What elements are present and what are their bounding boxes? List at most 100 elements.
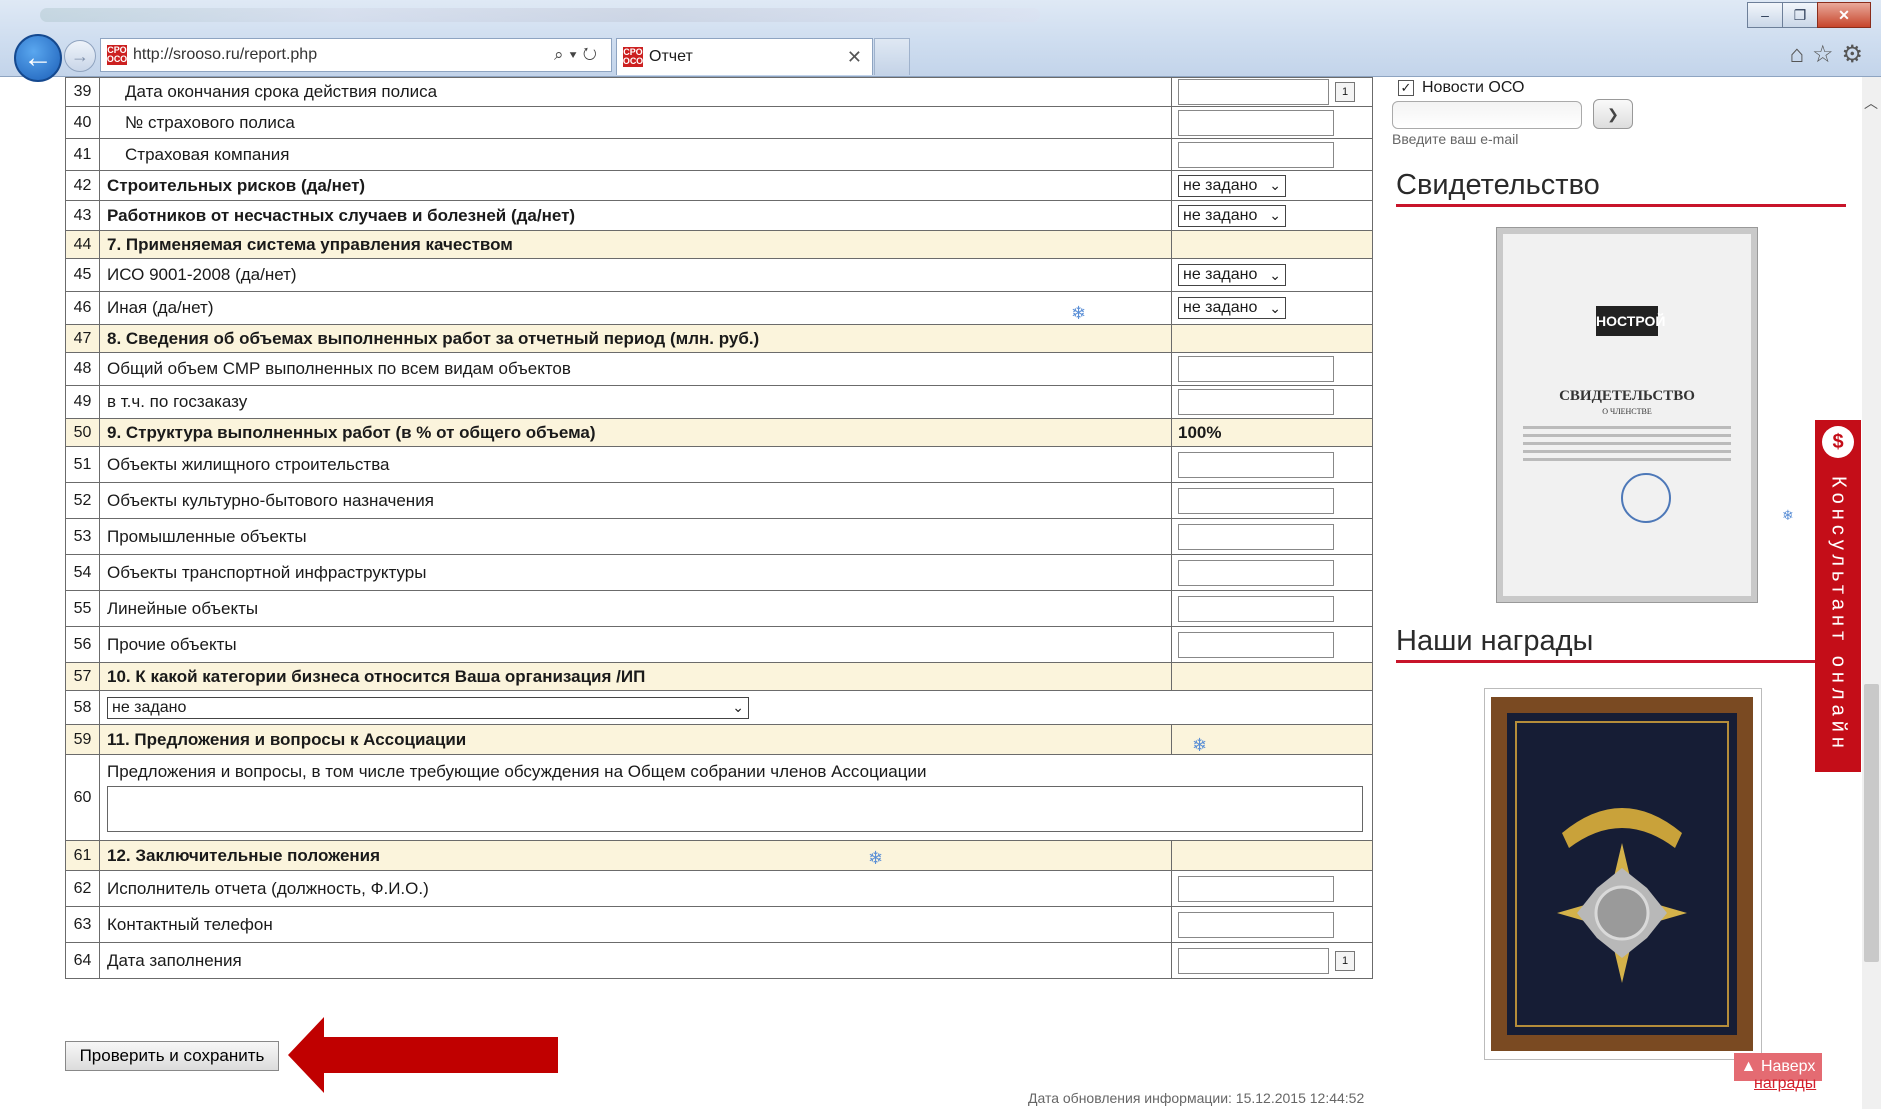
certificate-image[interactable]: НОСТРОЙ СВИДЕТЕЛЬСТВО О ЧЛЕНСТВЕ — [1496, 227, 1758, 603]
minimize-icon[interactable]: ‒ — [1747, 2, 1783, 28]
email-input[interactable] — [1392, 101, 1582, 129]
calendar-icon[interactable]: 1 — [1335, 82, 1355, 102]
table-row: 54 Объекты транспортной инфраструктуры — [65, 554, 1373, 591]
award-image[interactable] — [1484, 688, 1762, 1060]
row-value-cell: 100% — [1171, 418, 1373, 447]
yes-no-select[interactable]: не задано ⌄ — [1178, 204, 1286, 227]
value-input[interactable] — [1178, 451, 1334, 478]
update-timestamp: Дата обновления информации: 15.12.2015 1… — [1028, 1090, 1365, 1106]
row-number: 53 — [65, 518, 100, 555]
row-value-cell — [1171, 662, 1373, 691]
row-label: Дата окончания срока действия полиса — [99, 77, 1172, 107]
row-number: 58 — [65, 690, 100, 725]
row-value-cell — [1171, 385, 1373, 419]
consultant-label: Консультант онлайн — [1827, 476, 1850, 753]
row-number: 64 — [65, 942, 100, 979]
row-label: Объекты культурно-бытового назначения — [99, 482, 1172, 519]
row-number: 44 — [65, 230, 100, 259]
value-input[interactable] — [1178, 911, 1334, 938]
date-input[interactable] — [1178, 947, 1329, 974]
row-label: Работников от несчастных случаев и болез… — [99, 200, 1172, 231]
value-input[interactable] — [1178, 523, 1334, 550]
scroll-up-icon[interactable]: ︿ — [1864, 93, 1878, 113]
snowflake-icon: ❄ — [868, 848, 884, 868]
yes-no-select[interactable]: не задано ⌄ — [1178, 174, 1286, 197]
section-heading: 11. Предложения и вопросы к Ассоциации — [99, 724, 1172, 755]
value-input[interactable] — [1178, 559, 1334, 586]
row-number: 61 — [65, 840, 100, 871]
news-label: Новости ОСО — [1422, 79, 1525, 96]
calendar-icon[interactable]: 1 — [1335, 950, 1355, 971]
row-label: Страховая компания — [99, 138, 1172, 171]
row-value-cell — [1171, 906, 1373, 943]
award-badge-icon — [1557, 808, 1687, 983]
close-window-icon[interactable]: ✕ — [1817, 2, 1871, 28]
maximize-icon[interactable]: ❐ — [1782, 2, 1818, 28]
proposals-textarea[interactable] — [107, 785, 1363, 832]
subscribe-arrow-button[interactable]: ❯ — [1593, 99, 1633, 129]
news-subscription[interactable]: ✓ Новости ОСО — [1398, 79, 1524, 97]
certificate-text-lines — [1523, 426, 1731, 461]
table-row: 42 Строительных рисков (да/нет) не задано ⌄ — [65, 170, 1373, 201]
value-input[interactable] — [1178, 595, 1334, 622]
window-controls: ‒ ❐ ✕ — [1747, 2, 1871, 28]
table-row: 55 Линейные объекты — [65, 590, 1373, 627]
gear-icon[interactable]: ⚙ — [1841, 41, 1871, 68]
table-row: 62 Исполнитель отчета (должность, Ф.И.О.) — [65, 870, 1373, 907]
address-bar[interactable]: СРО ОСО http://srooso.ru/report.php ⌕▾↻ — [100, 38, 612, 72]
table-row: 64 Дата заполнения 1 — [65, 942, 1373, 979]
awards-link[interactable]: награды — [1754, 1075, 1816, 1093]
value-input[interactable] — [1178, 141, 1334, 168]
value-input[interactable] — [1178, 631, 1334, 658]
row-label: в т.ч. по госзаказу — [99, 385, 1172, 419]
row-number: 48 — [65, 352, 100, 386]
row-value-cell: не задано ⌄ — [1171, 258, 1373, 292]
row-number: 55 — [65, 590, 100, 627]
value-input[interactable] — [1178, 875, 1334, 902]
value-input[interactable] — [1178, 356, 1334, 382]
chevron-down-icon: ⌄ — [1269, 207, 1281, 223]
table-row: 56 Прочие объекты — [65, 626, 1373, 663]
structure-total: 100% — [1178, 422, 1222, 442]
row-value-cell — [1171, 870, 1373, 907]
scroll-thumb[interactable] — [1864, 684, 1879, 962]
consultant-online-tab[interactable]: $ Консультант онлайн — [1815, 420, 1861, 772]
search-refresh-icon[interactable]: ⌕▾↻ — [554, 45, 611, 65]
site-favicon-icon: СРО ОСО — [106, 45, 128, 65]
value-input[interactable] — [1178, 389, 1334, 415]
table-row: 39 Дата окончания срока действия полиса 1 — [65, 77, 1373, 107]
back-arrow-icon[interactable]: ← — [14, 34, 62, 82]
chevron-down-icon: ⌄ — [732, 699, 744, 715]
favorites-star-icon[interactable]: ☆ — [1812, 41, 1842, 68]
award-frame — [1491, 697, 1753, 1051]
row-label: Общий объем СМР выполненных по всем вида… — [99, 352, 1172, 386]
row-number: 45 — [65, 258, 100, 292]
row-number: 47 — [65, 324, 100, 353]
row-value-cell — [1171, 518, 1373, 555]
table-row: 50 9. Структура выполненных работ (в % от… — [65, 418, 1373, 447]
url-text[interactable]: http://srooso.ru/report.php — [133, 46, 554, 64]
date-input[interactable] — [1178, 79, 1329, 105]
table-row: 51 Объекты жилищного строительства — [65, 446, 1373, 483]
browser-tab[interactable]: СРО ОСО Отчет ✕ — [616, 38, 873, 75]
row-value-cell — [1171, 324, 1373, 353]
page-scrollbar[interactable]: ︿ — [1862, 77, 1881, 1109]
business-category-select[interactable]: не задано ⌄ — [107, 696, 749, 719]
tab-close-icon[interactable]: ✕ — [847, 47, 872, 68]
yes-no-select[interactable]: не задано ⌄ — [1178, 297, 1286, 319]
yes-no-select[interactable]: не задано ⌄ — [1178, 264, 1286, 286]
new-tab-button[interactable] — [874, 38, 910, 75]
toolbar-icons: ⌂☆⚙ — [1789, 40, 1871, 69]
value-input[interactable] — [1178, 109, 1334, 136]
row-number: 42 — [65, 170, 100, 201]
check-and-save-button[interactable]: Проверить и сохранить — [65, 1041, 279, 1071]
value-input[interactable] — [1178, 487, 1334, 514]
row-number: 57 — [65, 662, 100, 691]
news-checkbox[interactable]: ✓ — [1398, 80, 1414, 96]
forward-arrow-icon[interactable]: → — [64, 40, 96, 72]
tab-favicon-icon: СРО ОСО — [622, 47, 644, 67]
chevron-down-icon: ⌄ — [1269, 266, 1281, 283]
section-heading: 7. Применяемая система управления качест… — [99, 230, 1172, 259]
home-icon[interactable]: ⌂ — [1789, 41, 1812, 68]
row-value-cell — [1171, 590, 1373, 627]
